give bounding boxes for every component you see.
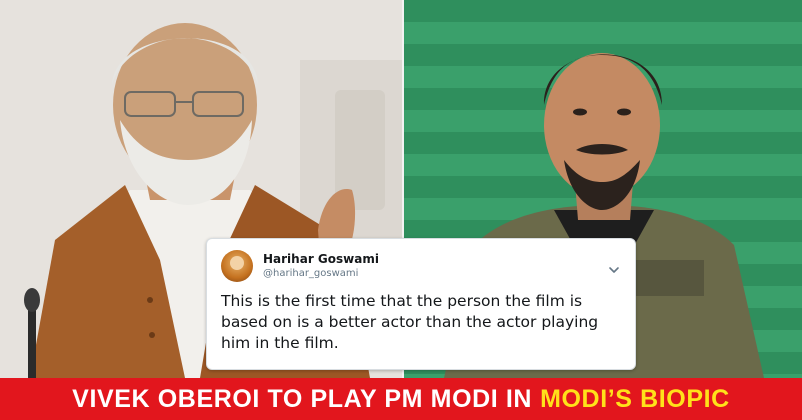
tweet-header: Harihar Goswami @harihar_goswami xyxy=(221,249,621,283)
hero-image: Harihar Goswami @harihar_goswami This is… xyxy=(0,0,802,378)
tweet-card[interactable]: Harihar Goswami @harihar_goswami This is… xyxy=(206,238,636,370)
tweet-author: Harihar Goswami @harihar_goswami xyxy=(263,251,379,281)
caption-main: VIVEK OBEROI TO PLAY PM MODI IN xyxy=(72,384,533,413)
chevron-down-icon[interactable] xyxy=(607,263,621,277)
author-display-name[interactable]: Harihar Goswami xyxy=(263,251,379,267)
caption-bar: VIVEK OBEROI TO PLAY PM MODI IN MODI’S B… xyxy=(0,378,802,420)
author-handle[interactable]: @harihar_goswami xyxy=(263,267,379,281)
tweet-text: This is the first time that the person t… xyxy=(221,292,599,352)
avatar[interactable] xyxy=(221,250,253,282)
caption-highlight: MODI’S BIOPIC xyxy=(540,384,730,413)
